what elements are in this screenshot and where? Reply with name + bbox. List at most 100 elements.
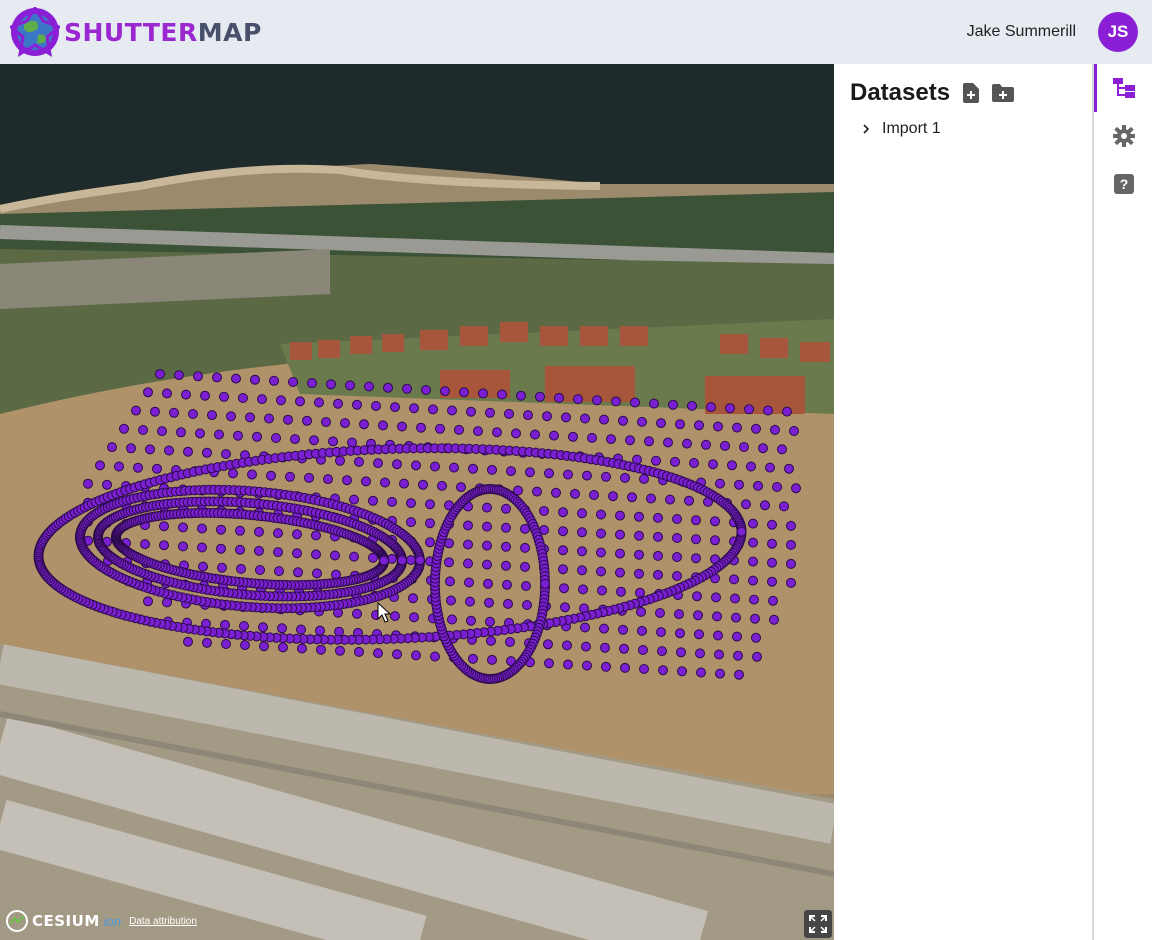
photo-marker[interactable] bbox=[744, 404, 754, 415]
photo-marker[interactable] bbox=[615, 529, 625, 540]
photo-marker[interactable] bbox=[335, 645, 345, 656]
photo-marker[interactable] bbox=[482, 540, 492, 551]
photo-marker[interactable] bbox=[212, 372, 222, 383]
photo-marker[interactable] bbox=[656, 418, 666, 429]
photo-marker[interactable] bbox=[769, 614, 779, 625]
photo-marker[interactable] bbox=[207, 410, 217, 421]
photo-marker[interactable] bbox=[235, 544, 245, 555]
photo-marker[interactable] bbox=[600, 642, 610, 653]
photo-marker[interactable] bbox=[288, 377, 298, 387]
photo-marker[interactable] bbox=[551, 487, 561, 498]
photo-marker[interactable] bbox=[558, 526, 568, 537]
photo-marker[interactable] bbox=[159, 540, 169, 551]
photo-marker[interactable] bbox=[694, 629, 704, 640]
map-viewport[interactable]: CESIUM ion Data attribution bbox=[0, 64, 834, 940]
photo-marker[interactable] bbox=[150, 406, 160, 417]
photo-marker[interactable] bbox=[786, 577, 796, 588]
photo-marker[interactable] bbox=[390, 611, 400, 622]
photo-marker[interactable] bbox=[691, 553, 701, 564]
photo-marker[interactable] bbox=[658, 665, 668, 676]
photo-marker[interactable] bbox=[486, 635, 496, 646]
photo-marker[interactable] bbox=[657, 646, 667, 657]
photo-marker[interactable] bbox=[406, 498, 416, 509]
photo-marker[interactable] bbox=[741, 499, 751, 510]
photo-marker[interactable] bbox=[634, 511, 644, 522]
photo-marker[interactable] bbox=[258, 622, 268, 633]
photo-marker[interactable] bbox=[361, 476, 371, 487]
photo-marker[interactable] bbox=[672, 514, 682, 524]
photo-marker[interactable] bbox=[506, 466, 516, 477]
photo-marker[interactable] bbox=[226, 411, 236, 422]
photo-marker[interactable] bbox=[501, 541, 511, 552]
photo-marker[interactable] bbox=[216, 543, 226, 554]
photo-marker[interactable] bbox=[444, 557, 454, 568]
photo-marker[interactable] bbox=[599, 414, 609, 425]
photo-marker[interactable] bbox=[295, 396, 305, 407]
photo-marker[interactable] bbox=[293, 567, 303, 578]
photo-marker[interactable] bbox=[587, 432, 597, 443]
photo-marker[interactable] bbox=[255, 565, 265, 575]
photo-marker[interactable] bbox=[416, 422, 426, 433]
photo-marker[interactable] bbox=[352, 608, 362, 619]
photo-marker[interactable] bbox=[406, 555, 416, 566]
photo-marker[interactable] bbox=[589, 490, 599, 500]
photo-marker[interactable] bbox=[615, 510, 625, 521]
photo-marker[interactable] bbox=[216, 524, 226, 535]
photo-marker[interactable] bbox=[278, 642, 288, 653]
photo-marker[interactable] bbox=[634, 549, 644, 560]
photo-marker[interactable] bbox=[240, 640, 250, 651]
photo-marker[interactable] bbox=[131, 405, 141, 416]
photo-marker[interactable] bbox=[259, 641, 269, 652]
rail-settings-button[interactable] bbox=[1096, 112, 1152, 160]
photo-marker[interactable] bbox=[126, 443, 136, 454]
add-file-button[interactable] bbox=[960, 82, 982, 104]
photo-marker[interactable] bbox=[181, 389, 191, 400]
photo-marker[interactable] bbox=[638, 645, 648, 655]
photo-marker[interactable] bbox=[440, 386, 450, 397]
photo-marker[interactable] bbox=[397, 555, 407, 566]
photo-marker[interactable] bbox=[620, 662, 630, 673]
photo-marker[interactable] bbox=[706, 402, 716, 413]
photo-marker[interactable] bbox=[219, 391, 229, 402]
photo-marker[interactable] bbox=[335, 455, 345, 466]
photo-marker[interactable] bbox=[730, 593, 740, 604]
photo-marker[interactable] bbox=[482, 559, 492, 570]
photo-marker[interactable] bbox=[309, 435, 319, 446]
photo-marker[interactable] bbox=[674, 609, 684, 620]
photo-marker[interactable] bbox=[639, 664, 649, 674]
photo-marker[interactable] bbox=[558, 545, 568, 556]
photo-marker[interactable] bbox=[250, 374, 260, 385]
photo-marker[interactable] bbox=[655, 608, 665, 618]
photo-marker[interactable] bbox=[599, 623, 609, 634]
photo-marker[interactable] bbox=[696, 667, 706, 678]
photo-marker[interactable] bbox=[114, 461, 124, 472]
photo-marker[interactable] bbox=[273, 528, 283, 539]
photo-marker[interactable] bbox=[428, 404, 438, 415]
photo-marker[interactable] bbox=[345, 380, 355, 391]
photo-marker[interactable] bbox=[748, 556, 758, 567]
photo-marker[interactable] bbox=[540, 578, 550, 589]
photo-marker[interactable] bbox=[482, 521, 492, 532]
photo-marker[interactable] bbox=[221, 639, 231, 649]
photo-marker[interactable] bbox=[710, 535, 720, 546]
chevron-right-icon[interactable] bbox=[860, 123, 872, 135]
photo-marker[interactable] bbox=[689, 458, 699, 468]
photo-marker[interactable] bbox=[687, 400, 697, 411]
photo-marker[interactable] bbox=[653, 569, 663, 580]
photo-marker[interactable] bbox=[765, 462, 775, 473]
photo-marker[interactable] bbox=[143, 387, 153, 398]
tree-item-import-1[interactable]: Import 1 bbox=[834, 114, 1092, 144]
photo-marker[interactable] bbox=[430, 461, 440, 472]
photo-marker[interactable] bbox=[701, 439, 711, 450]
photo-marker[interactable] bbox=[748, 575, 758, 586]
photo-marker[interactable] bbox=[732, 422, 742, 433]
photo-marker[interactable] bbox=[487, 464, 497, 475]
photo-marker[interactable] bbox=[675, 628, 685, 639]
photo-marker[interactable] bbox=[140, 539, 150, 550]
photo-marker[interactable] bbox=[708, 459, 718, 470]
photo-marker[interactable] bbox=[767, 576, 777, 587]
photo-marker[interactable] bbox=[563, 659, 573, 670]
photo-marker[interactable] bbox=[535, 391, 545, 402]
photo-marker[interactable] bbox=[328, 436, 338, 447]
photo-marker[interactable] bbox=[559, 583, 569, 594]
